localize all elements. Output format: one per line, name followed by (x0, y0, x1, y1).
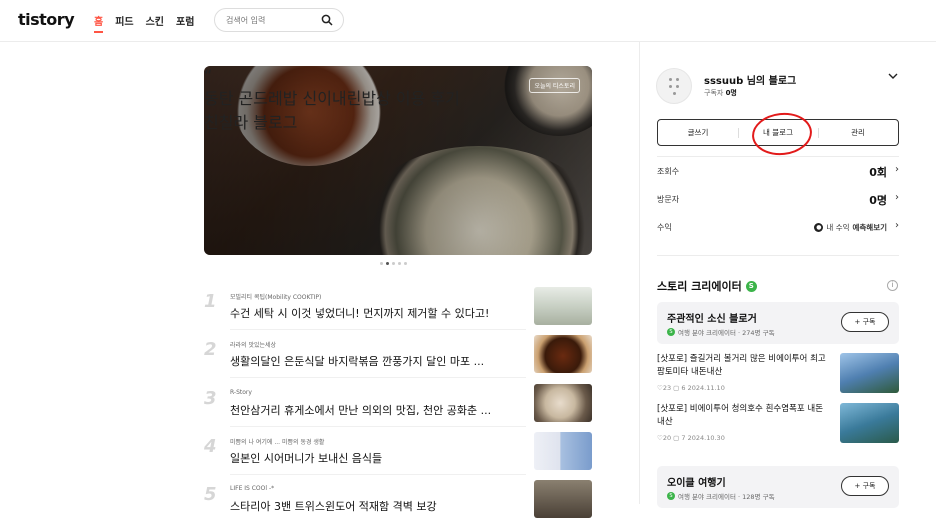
item-thumbnail[interactable] (534, 480, 592, 518)
carousel-dots[interactable] (380, 262, 407, 265)
blog-name[interactable]: sssuub 님의 블로그 (704, 72, 796, 87)
manage-button[interactable]: 관리 (818, 120, 898, 145)
write-button[interactable]: 글쓰기 (658, 120, 738, 145)
creator-card[interactable]: 주관적인 소신 블로거 S 여행 분야 크리에이터 · 274명 구독 + 구독 (657, 302, 899, 344)
item-title[interactable]: 천안삼거리 휴게소에서 만난 의외의 맛집, 천안 공화춘 ... (230, 402, 530, 418)
search-box[interactable] (214, 8, 344, 32)
main-nav: 홈 피드 스킨 포럼 (94, 13, 194, 33)
chevron-down-icon[interactable] (888, 72, 898, 80)
post-thumbnail[interactable] (840, 403, 899, 443)
profile-avatar[interactable] (656, 68, 692, 104)
chevron-right-icon[interactable]: › (895, 192, 899, 203)
tistory-logo[interactable]: tistory (18, 10, 75, 29)
chevron-right-icon[interactable]: › (895, 220, 899, 231)
item-title[interactable]: 생활의달인 은둔식달 바지락볶음 깐풍가지 달인 마포 ... (230, 353, 530, 369)
rank-number: 2 (204, 339, 217, 360)
item-category: LIFE IS COOl -* (230, 485, 275, 492)
today-badge: 오늘의 티스토리 (529, 78, 580, 93)
item-category: R-Story (230, 389, 252, 396)
item-thumbnail[interactable] (534, 287, 592, 325)
item-title[interactable]: 일본인 시어머니가 보내신 음식들 (230, 450, 530, 466)
revenue-stat[interactable]: 수익 ● 내 수익 예측해보기 › (657, 218, 899, 238)
creator-badge-icon: S (745, 280, 757, 292)
post-title[interactable]: [삿포로] 즐길거리 볼거리 많은 비에이투어 최고 팜토미타 내돈내산 (657, 353, 829, 379)
creator-post[interactable]: [삿포로] 비에이투어 청의호수 흰수염폭포 내돈내산 ♡20 ▢ 7 2024… (657, 403, 899, 447)
item-title[interactable]: 수건 세탁 시 이것 넣었더니! 먼지까지 제거할 수 있다고! (230, 305, 530, 321)
creator-post[interactable]: [삿포로] 즐길거리 볼거리 많은 비에이투어 최고 팜토미타 내돈내산 ♡23… (657, 353, 899, 397)
creator-badge-icon: S (667, 492, 675, 500)
creator-badge-icon: S (667, 328, 675, 336)
list-item[interactable]: 5 LIFE IS COOl -* 스타리아 3밴 트위스윈도어 적재함 격벽 … (204, 480, 592, 526)
rank-number: 4 (204, 436, 217, 457)
visitors-stat[interactable]: 방문자 0명 › (657, 190, 899, 210)
red-circle-annotation (749, 109, 815, 159)
hero-banner[interactable]: 오늘의 티스토리 (204, 66, 592, 255)
list-item[interactable]: 3 R-Story 천안삼거리 휴게소에서 만난 의외의 맛집, 천안 공화춘 … (204, 384, 592, 430)
nav-forum[interactable]: 포럼 (176, 13, 194, 33)
search-input[interactable] (226, 13, 316, 28)
item-thumbnail[interactable] (534, 384, 592, 422)
post-title[interactable]: [삿포로] 비에이투어 청의호수 흰수염폭포 내돈내산 (657, 403, 829, 429)
item-thumbnail[interactable] (534, 335, 592, 373)
views-stat[interactable]: 조회수 0회 › (657, 162, 899, 182)
rank-number: 1 (204, 291, 217, 312)
nav-feed[interactable]: 피드 (115, 13, 133, 33)
subscribe-button[interactable]: + 구독 (841, 312, 889, 332)
rank-number: 5 (204, 484, 217, 505)
list-item[interactable]: 4 미쁨의 나 여기에 ... 미쁨의 동경 생활 일본인 시어머니가 보내신 … (204, 432, 592, 478)
item-category: 라라의 맛있는세상 (230, 342, 277, 349)
creator-section-title: 스토리 크리에이터 S (657, 278, 757, 294)
info-icon[interactable]: i (887, 280, 898, 291)
list-item[interactable]: 2 라라의 맛있는세상 생활의달인 은둔식달 바지락볶음 깐풍가지 달인 마포 … (204, 335, 592, 381)
search-icon[interactable] (321, 14, 333, 26)
post-meta: ♡20 ▢ 7 2024.10.30 (657, 434, 725, 442)
post-meta: ♡23 ▢ 6 2024.11.10 (657, 384, 725, 392)
subscriber-count: 구독자 0명 (704, 89, 737, 97)
chevron-right-icon[interactable]: › (895, 164, 899, 175)
nav-skin[interactable]: 스킨 (146, 13, 164, 33)
revenue-icon: ● (814, 223, 824, 232)
item-thumbnail[interactable] (534, 432, 592, 470)
item-title[interactable]: 스타리아 3밴 트위스윈도어 적재함 격벽 보강 (230, 498, 530, 514)
list-item[interactable]: 1 모빌리티 콕팁(Mobility COOKTIP) 수건 세탁 시 이것 넣… (204, 287, 592, 333)
rank-number: 3 (204, 388, 217, 409)
creator-card[interactable]: 오이클 여행기 S 여행 분야 크리에이터 · 128명 구독 + 구독 (657, 466, 899, 508)
item-category: 모빌리티 콕팁(Mobility COOKTIP) (230, 294, 322, 301)
top-bar: tistory 홈 피드 스킨 포럼 (0, 0, 936, 42)
item-category: 미쁨의 나 여기에 ... 미쁨의 동경 생활 (230, 439, 325, 446)
subscribe-button[interactable]: + 구독 (841, 476, 889, 496)
post-thumbnail[interactable] (840, 353, 899, 393)
nav-home[interactable]: 홈 (94, 13, 104, 33)
